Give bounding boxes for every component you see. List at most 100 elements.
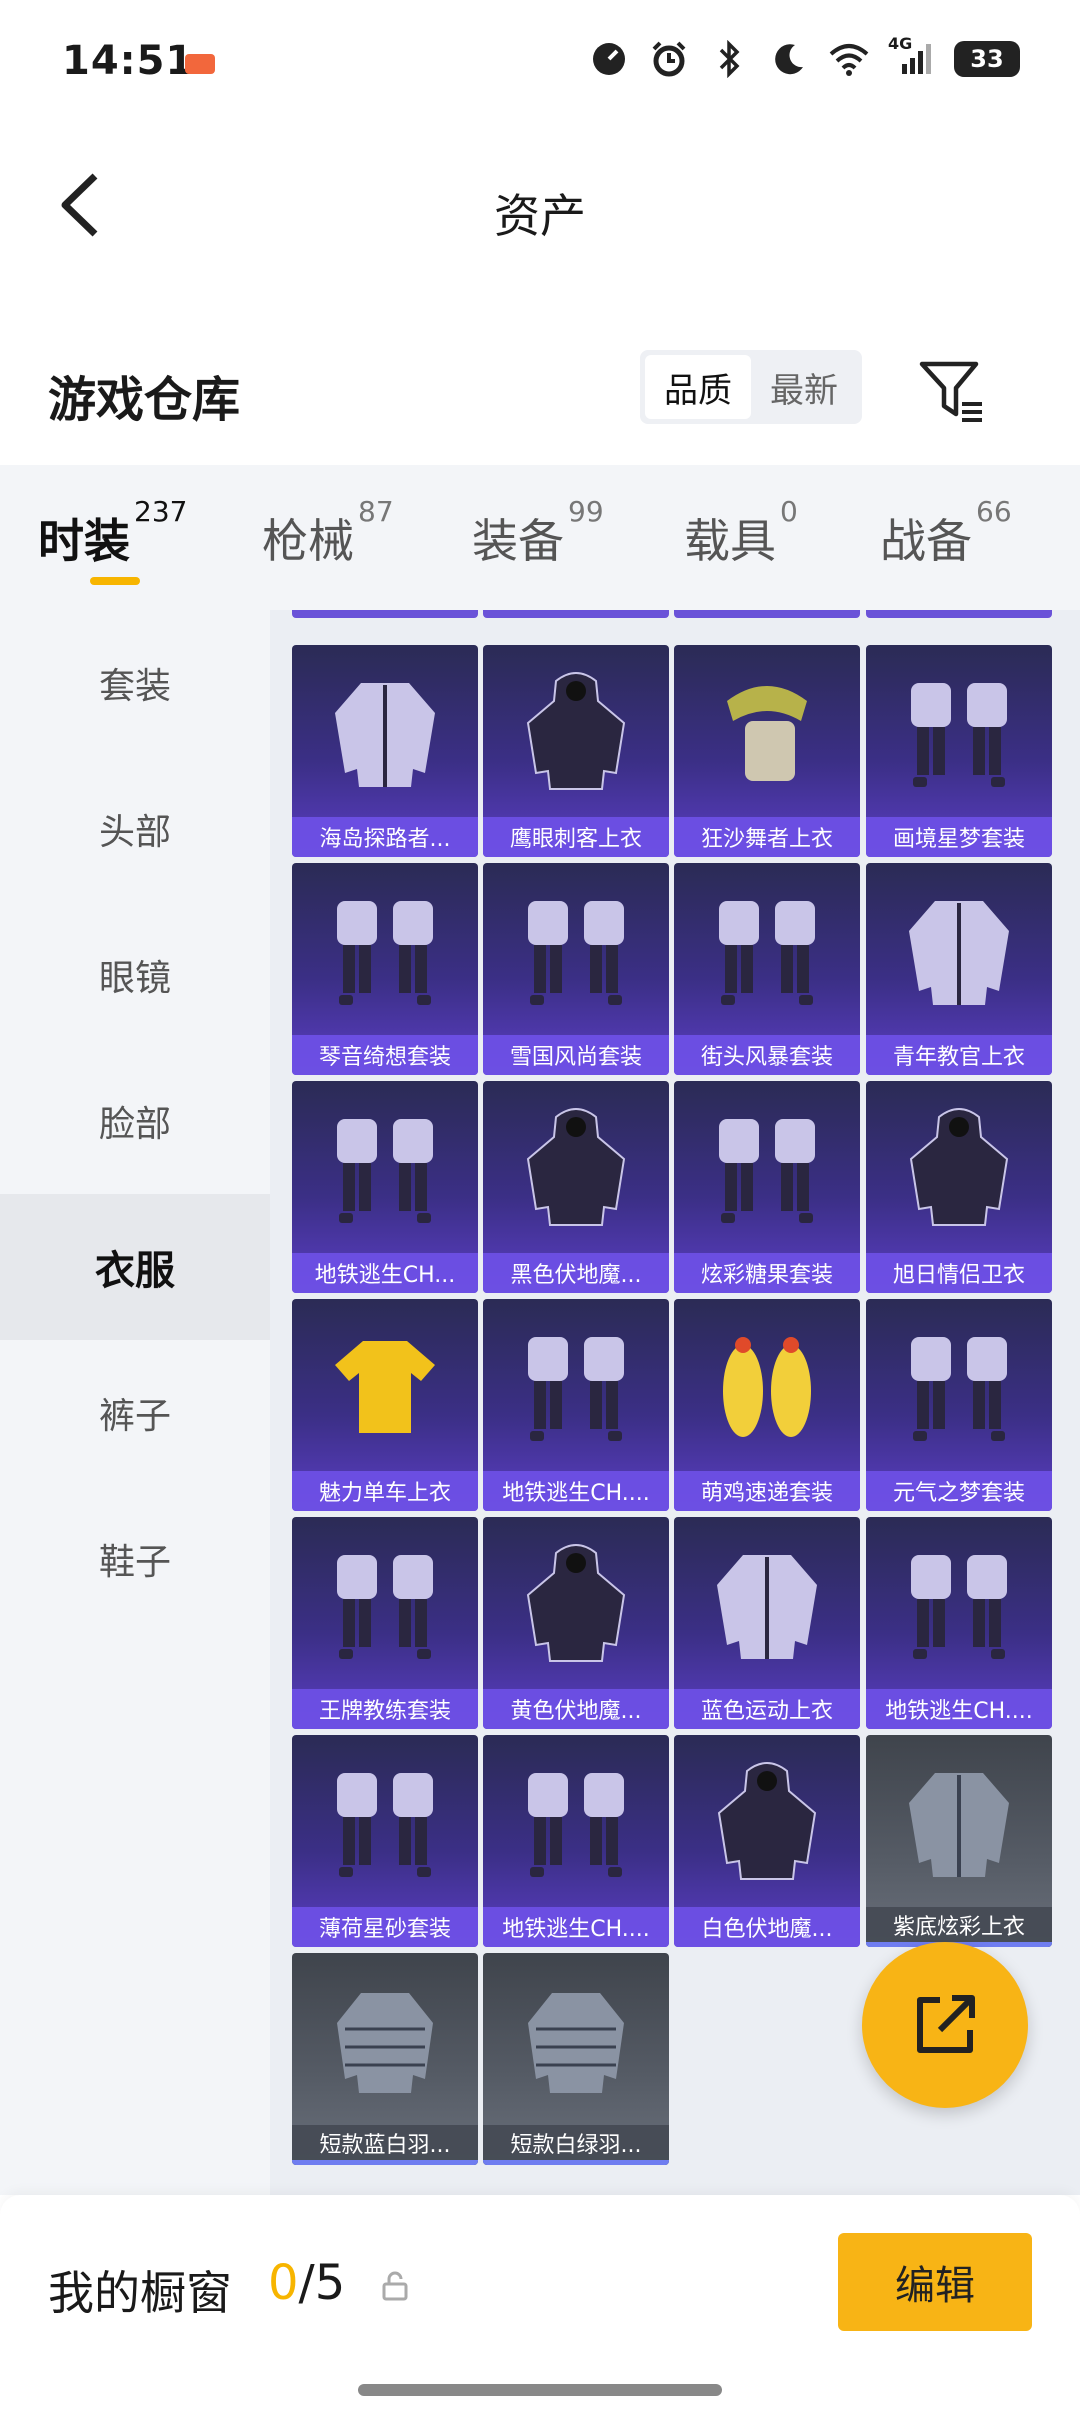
item-name: 紫底炫彩上衣 <box>866 1907 1052 1947</box>
edit-button[interactable]: 编辑 <box>838 2233 1032 2331</box>
wifi-icon <box>828 38 870 80</box>
tab-label: 战备 <box>880 514 972 568</box>
item-card[interactable]: 蓝色运动上衣 <box>674 1517 860 1729</box>
do-not-disturb-moon-icon <box>768 38 810 80</box>
jacket-icon <box>292 645 478 817</box>
item-card[interactable]: 地铁逃生CH.... <box>483 1299 669 1511</box>
item-card[interactable]: 鹰眼刺客上衣 <box>483 645 669 857</box>
share-export-button[interactable] <box>862 1942 1028 2108</box>
sort-option-quality[interactable]: 品质 <box>645 355 751 419</box>
bluetooth-icon <box>708 38 750 80</box>
item-card[interactable]: 黄色伏地魔... <box>483 1517 669 1729</box>
active-tab-indicator <box>90 577 140 585</box>
warehouse-title: 游戏仓库 <box>48 372 241 428</box>
sort-toggle: 品质 最新 <box>640 350 862 424</box>
tab-fashion[interactable]: 时装237 <box>38 495 187 571</box>
tab-label: 时装 <box>38 514 130 568</box>
puffer-jacket-icon <box>292 1953 478 2125</box>
item-card[interactable]: 画境星梦套装 <box>866 645 1052 857</box>
warehouse-header: 游戏仓库 品质 最新 <box>0 330 1080 460</box>
item-card[interactable]: 炫彩糖果套装 <box>674 1081 860 1293</box>
outfit-icon <box>292 1081 478 1253</box>
showcase-separator: / <box>298 2255 315 2311</box>
item-card[interactable]: 黑色伏地魔... <box>483 1081 669 1293</box>
outfit-icon <box>292 1517 478 1689</box>
item-card[interactable]: 紫底炫彩上衣 <box>866 1735 1052 1947</box>
item-name: 蓝色运动上衣 <box>674 1689 860 1729</box>
item-card[interactable]: 地铁逃生CH.... <box>483 1735 669 1947</box>
item-name: 地铁逃生CH.... <box>483 1471 669 1511</box>
shirt-icon <box>292 1299 478 1471</box>
item-card[interactable]: 街头风暴套装 <box>674 863 860 1075</box>
item-name: 青年教官上衣 <box>866 1035 1052 1075</box>
sidebar-item-clothes[interactable]: 衣服 <box>0 1194 270 1340</box>
tab-supplies[interactable]: 战备66 <box>880 495 1012 571</box>
hoodie-icon <box>866 1081 1052 1253</box>
item-name: 街头风暴套装 <box>674 1035 860 1075</box>
item-name: 元气之梦套装 <box>866 1471 1052 1511</box>
sidebar-item-face[interactable]: 脸部 <box>0 1048 270 1194</box>
tab-firearms[interactable]: 枪械87 <box>262 495 394 571</box>
outfit-icon <box>483 1299 669 1471</box>
showcase-total: 5 <box>314 2255 346 2311</box>
partial-item-card <box>866 610 1052 618</box>
outfit-icon <box>674 1081 860 1253</box>
item-name: 地铁逃生CH.... <box>866 1689 1052 1729</box>
outfit-icon <box>292 1735 478 1907</box>
chicken-suit-icon <box>674 1299 860 1471</box>
app-notification-icon <box>185 54 215 74</box>
scarf-icon <box>674 645 860 817</box>
item-name: 雪国风尚套装 <box>483 1035 669 1075</box>
item-name: 王牌教练套装 <box>292 1689 478 1729</box>
item-card[interactable]: 青年教官上衣 <box>866 863 1052 1075</box>
sidebar-item-glasses[interactable]: 眼镜 <box>0 902 270 1048</box>
sidebar-item-sets[interactable]: 套装 <box>0 610 270 756</box>
item-card[interactable]: 琴音绮想套装 <box>292 863 478 1075</box>
outfit-icon <box>483 863 669 1035</box>
sidebar-item-head[interactable]: 头部 <box>0 756 270 902</box>
item-name: 海岛探路者... <box>292 817 478 857</box>
item-card[interactable]: 旭日情侣卫衣 <box>866 1081 1052 1293</box>
tab-label: 枪械 <box>262 514 354 568</box>
item-card[interactable]: 短款白绿羽... <box>483 1953 669 2165</box>
item-name: 萌鸡速递套装 <box>674 1471 860 1511</box>
item-card[interactable]: 雪国风尚套装 <box>483 863 669 1075</box>
item-name: 琴音绮想套装 <box>292 1035 478 1075</box>
item-card[interactable]: 短款蓝白羽... <box>292 1953 478 2165</box>
tab-equipment[interactable]: 装备99 <box>472 495 604 571</box>
filter-button[interactable] <box>918 358 984 424</box>
item-card[interactable]: 白色伏地魔... <box>674 1735 860 1947</box>
item-name: 薄荷星砂套装 <box>292 1907 478 1947</box>
outfit-icon <box>292 863 478 1035</box>
item-card[interactable]: 狂沙舞者上衣 <box>674 645 860 857</box>
item-card[interactable]: 萌鸡速递套装 <box>674 1299 860 1511</box>
item-card[interactable]: 王牌教练套装 <box>292 1517 478 1729</box>
navigation-bar: 资产 <box>0 140 1080 270</box>
external-link-icon <box>917 1995 975 2053</box>
filter-icon <box>919 361 982 422</box>
item-card[interactable]: 地铁逃生CH.... <box>866 1517 1052 1729</box>
sort-option-newest[interactable]: 最新 <box>751 355 857 419</box>
item-card[interactable]: 薄荷星砂套装 <box>292 1735 478 1947</box>
unlock-icon <box>380 2271 410 2301</box>
item-card[interactable]: 魅力单车上衣 <box>292 1299 478 1511</box>
item-card[interactable]: 海岛探路者... <box>292 645 478 857</box>
sidebar-item-pants[interactable]: 裤子 <box>0 1340 270 1486</box>
sidebar-item-shoes[interactable]: 鞋子 <box>0 1486 270 1632</box>
status-icons: 4G 33 <box>588 34 1020 80</box>
outfit-icon <box>866 1299 1052 1471</box>
item-card[interactable]: 地铁逃生CH... <box>292 1081 478 1293</box>
battery-indicator: 33 <box>954 41 1020 77</box>
outfit-icon <box>483 1735 669 1907</box>
speedometer-icon <box>588 38 630 80</box>
outfit-icon <box>866 1517 1052 1689</box>
item-name: 黑色伏地魔... <box>483 1253 669 1293</box>
item-name: 炫彩糖果套装 <box>674 1253 860 1293</box>
hoodie-icon <box>674 1735 860 1907</box>
tab-vehicles[interactable]: 载具0 <box>684 495 798 571</box>
status-bar: 14:51 4G 33 <box>0 0 1080 130</box>
item-card[interactable]: 元气之梦套装 <box>866 1299 1052 1511</box>
item-name: 旭日情侣卫衣 <box>866 1253 1052 1293</box>
alarm-icon <box>648 38 690 80</box>
puffer-jacket-icon <box>483 1953 669 2125</box>
